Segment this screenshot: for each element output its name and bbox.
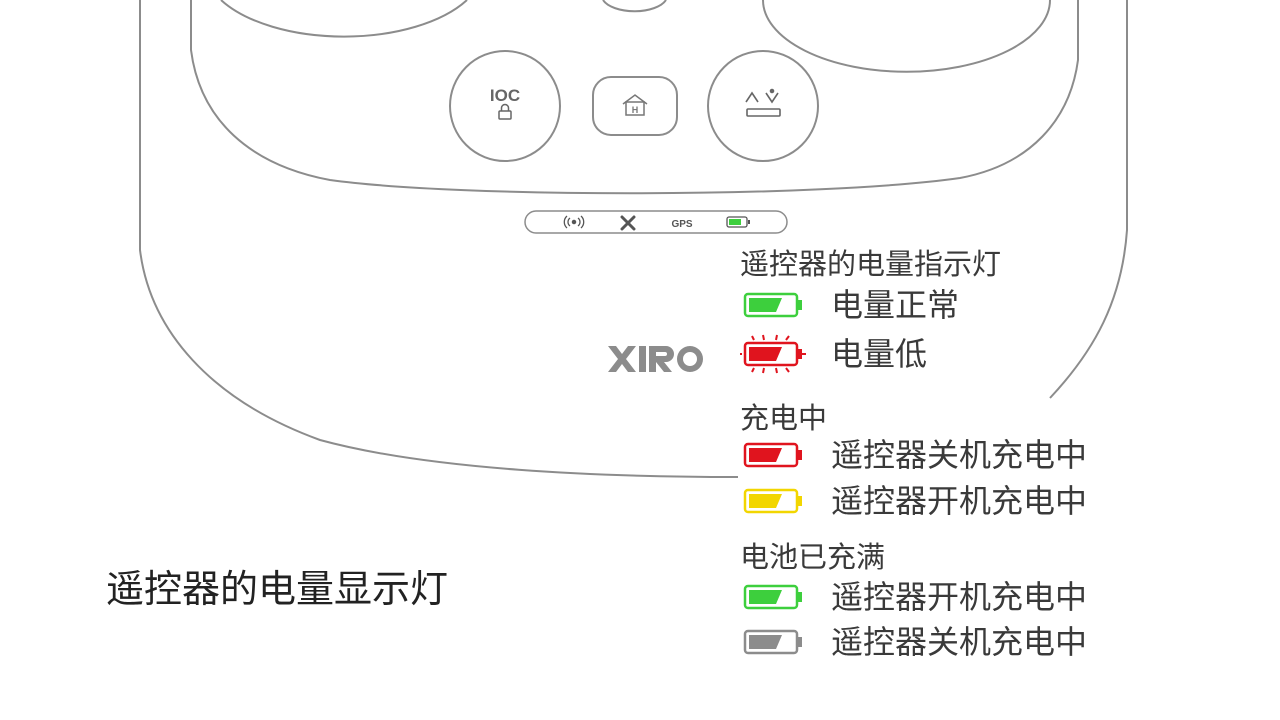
legend-row: 电量正常: [740, 285, 1260, 325]
ioc-button[interactable]: IOC: [449, 50, 561, 162]
ioc-button-label: IOC: [490, 86, 520, 105]
battery-icon: [743, 292, 802, 318]
home-button[interactable]: H: [592, 76, 678, 136]
legend-row: 遥控器关机充电中: [740, 622, 1260, 662]
xiro-logo: [608, 346, 703, 372]
center-dial: [602, 0, 667, 13]
battery-low-blinking-icon: [740, 334, 806, 374]
legend-label: 遥控器关机充电中: [831, 436, 1088, 474]
controller-body-outline: [139, 0, 739, 478]
battery-indicator-legend: 遥控器的电量指示灯 电量正常 电量低 充电中 遥控器关机充电中 遥控器开机充电中 电池已充满…: [740, 0, 1280, 720]
battery-icon: [743, 584, 802, 610]
page-title: 遥控器的电量显示灯: [106, 567, 449, 611]
left-stick-housing: [220, 0, 468, 38]
legend-row: 遥控器关机充电中: [740, 435, 1260, 475]
legend-label: 遥控器关机充电中: [831, 623, 1088, 661]
legend-row: 遥控器开机充电中: [740, 577, 1260, 617]
legend-label: 遥控器开机充电中: [831, 578, 1088, 616]
gps-indicator-label: GPS: [671, 219, 692, 230]
legend-label: 遥控器开机充电中: [831, 482, 1088, 520]
battery-icon: [743, 442, 802, 468]
battery-icon: [743, 488, 802, 514]
legend-row: 遥控器开机充电中: [740, 481, 1260, 521]
legend-label: 电量低: [831, 335, 928, 373]
battery-icon: [743, 629, 802, 655]
legend-row: 电量低: [740, 334, 1260, 374]
legend-section-title-battery-full: 电池已充满: [740, 540, 886, 574]
legend-section-title-remote-battery-indicator: 遥控器的电量指示灯: [740, 247, 1002, 281]
legend-section-title-charging: 充电中: [740, 401, 828, 435]
legend-label: 电量正常: [831, 286, 960, 324]
home-icon-letter: H: [632, 105, 639, 115]
